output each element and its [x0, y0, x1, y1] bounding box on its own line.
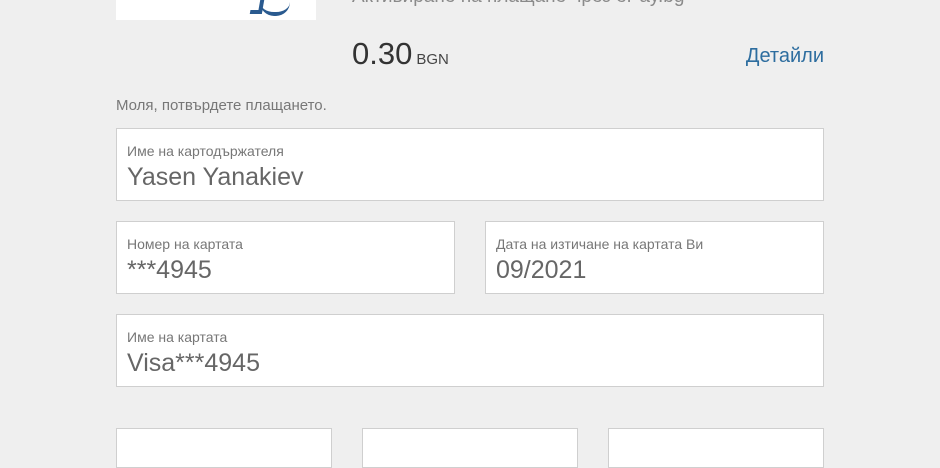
amount-value: 0.30: [352, 36, 413, 71]
bottom-field-1[interactable]: [116, 428, 332, 468]
logo-glyph-g: [260, 0, 290, 16]
cardholder-label: Име на картодържателя: [127, 143, 284, 159]
payment-description: Активиране на плащане чрез ePay.bg: [352, 0, 684, 8]
card-number-field[interactable]: Номер на картата ***4945: [116, 221, 455, 294]
payment-amount: 0.30 BGN: [352, 36, 449, 72]
card-number-label: Номер на картата: [127, 236, 243, 252]
epay-logo: [116, 0, 316, 20]
expiry-value[interactable]: 09/2021: [496, 256, 586, 285]
card-name-field[interactable]: Име на картата Visa***4945: [116, 314, 824, 387]
card-number-value[interactable]: ***4945: [127, 256, 212, 285]
expiry-label: Дата на изтичане на картата Ви: [496, 236, 704, 252]
bottom-field-3[interactable]: [608, 428, 824, 468]
bottom-field-2[interactable]: [362, 428, 578, 468]
expiry-field[interactable]: Дата на изтичане на картата Ви 09/2021: [485, 221, 824, 294]
amount-currency: BGN: [416, 51, 449, 68]
cardholder-field[interactable]: Име на картодържателя Yasen Yanakiev: [116, 128, 824, 201]
cardholder-value[interactable]: Yasen Yanakiev: [127, 163, 304, 192]
card-name-label: Име на картата: [127, 329, 228, 345]
details-link[interactable]: Детайли: [746, 45, 824, 68]
confirm-instruction: Моля, потвърдете плащането.: [116, 97, 327, 114]
card-name-value[interactable]: Visa***4945: [127, 349, 260, 378]
